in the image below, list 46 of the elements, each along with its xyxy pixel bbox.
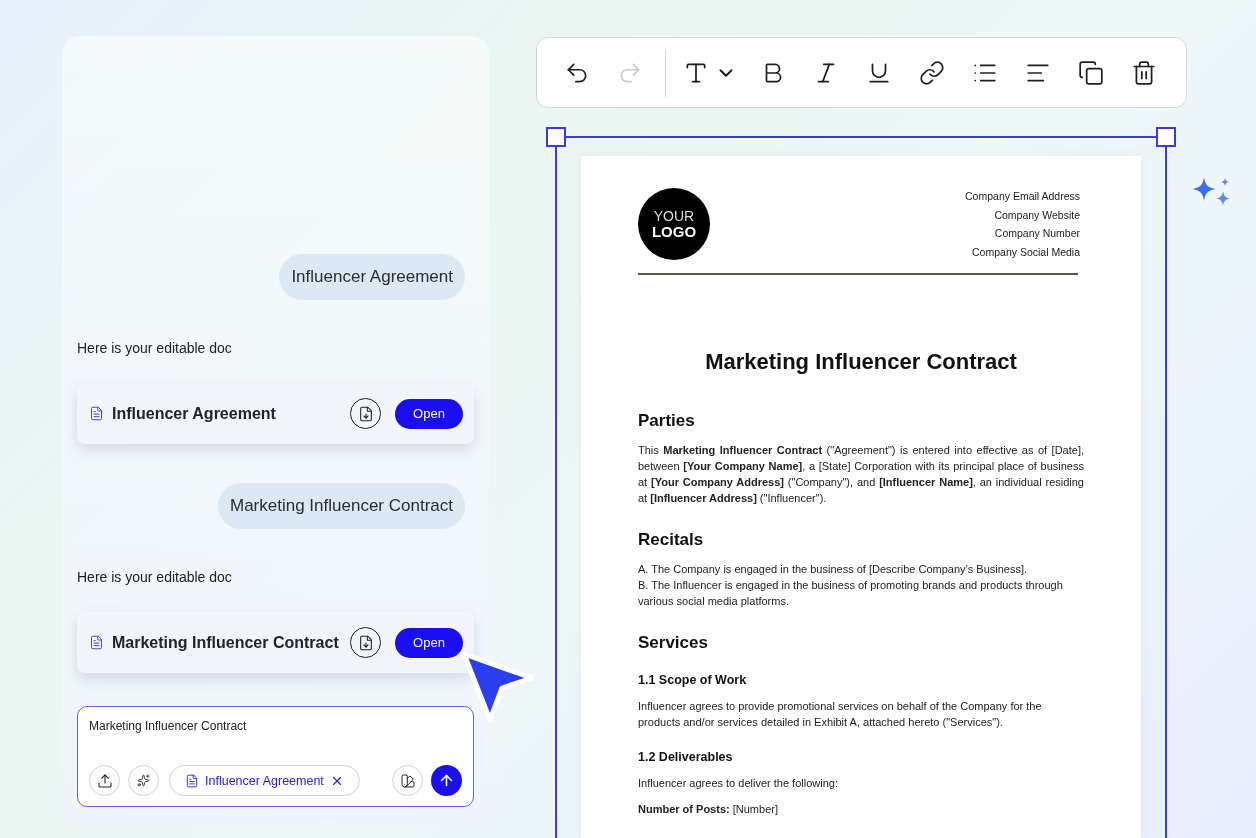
body-paragraph: A. The Company is engaged in the business of [Describe Company’s Business].: [638, 562, 1029, 577]
resize-handle[interactable]: [546, 127, 566, 147]
subsection-heading: 1.1 Scope of Work: [638, 673, 748, 687]
logo-text: YOUR: [653, 209, 695, 224]
user-message: Marketing Influencer Contract: [218, 483, 465, 529]
body-paragraph: This Marketing Influencer Contract ("Agreement") is entered into effective as of [Date], between [Your Company Name], a [State] Corporation with its principal place of business at [Your Company Address] ("Company"), and [Influencer Name], an individual residing at [Influencer Address] ("Influencer").: [638, 443, 1084, 506]
upload-icon: [96, 772, 113, 789]
sparkle-button[interactable]: [128, 765, 159, 796]
assistant-message: Here is your editable doc: [77, 569, 233, 585]
section-heading: Services: [638, 633, 709, 653]
company-contact: Company Social Media: [972, 245, 1080, 259]
open-button[interactable]: Open: [395, 398, 463, 429]
send-button[interactable]: [431, 765, 462, 796]
document-heading: Marketing Influencer Contract: [704, 349, 1018, 375]
document-title: Influencer Agreement: [112, 404, 277, 423]
message-input[interactable]: Marketing Influencer Contract: [89, 719, 462, 733]
company-contact: Company Number: [994, 227, 1080, 241]
section-heading: Parties: [638, 411, 696, 431]
body-paragraph: B. The Influencer is engaged in the business of promoting brands and products through various social media platforms.: [638, 578, 1064, 609]
copy-icon: [1078, 59, 1104, 86]
document-icon: [89, 635, 104, 650]
upload-button[interactable]: [89, 765, 120, 796]
document-icon: [89, 406, 104, 421]
template-button[interactable]: [392, 765, 423, 796]
company-contact: Company Email Address: [965, 190, 1080, 204]
trash-icon: [1131, 59, 1157, 86]
body-paragraph: Influencer agrees to deliver the following:: [638, 776, 839, 791]
company-contact: Company Website: [994, 208, 1080, 222]
logo-text: LOGO: [651, 224, 697, 239]
document-icon: [185, 773, 199, 788]
sparkle-icon: [137, 774, 150, 787]
attachment-name: Influencer Agreement: [205, 773, 324, 788]
file-download-icon: [357, 405, 374, 422]
subsection-heading: 1.2 Deliverables: [638, 750, 734, 764]
swatch-icon: [399, 772, 416, 789]
user-message: Influencer Agreement: [279, 254, 465, 300]
resize-handle[interactable]: [1156, 127, 1176, 147]
document-title: Marketing Influencer Contract: [112, 633, 340, 652]
field-line: Number of Posts: [Number]: [638, 802, 779, 817]
assistant-message: Here is your editable doc: [77, 340, 233, 356]
arrow-up-icon: [438, 772, 455, 789]
link-icon: [919, 59, 945, 86]
section-heading: Recitals: [638, 530, 705, 550]
open-button[interactable]: Open: [395, 627, 463, 658]
body-paragraph: Influencer agrees to provide promotional services on behalf of the Company for the products and/or services detailed in Exhibit A, attached hereto ("Services").: [638, 699, 1043, 730]
file-download-icon: [357, 634, 374, 651]
